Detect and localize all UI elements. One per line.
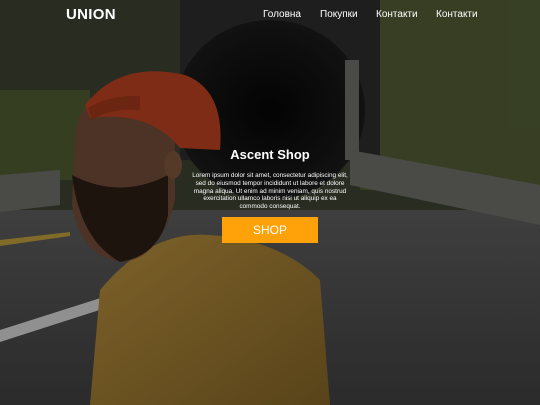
hero-description: Lorem ipsum dolor sit amet, consectetur … <box>192 172 348 211</box>
shop-button[interactable]: SHOP <box>222 217 318 243</box>
site-header: UNION Головна Покупки Контакти Контакти <box>0 0 540 30</box>
nav-link-purchases[interactable]: Покупки <box>320 9 358 21</box>
nav-link-home[interactable]: Головна <box>263 9 301 21</box>
hero-content: Ascent Shop Lorem ipsum dolor sit amet, … <box>190 147 350 211</box>
hero-title: Ascent Shop <box>230 147 310 162</box>
nav-link-contacts[interactable]: Контакти <box>376 9 418 21</box>
main-nav: Головна Покупки Контакти Контакти <box>0 9 540 23</box>
nav-link-contacts-2[interactable]: Контакти <box>436 9 478 21</box>
